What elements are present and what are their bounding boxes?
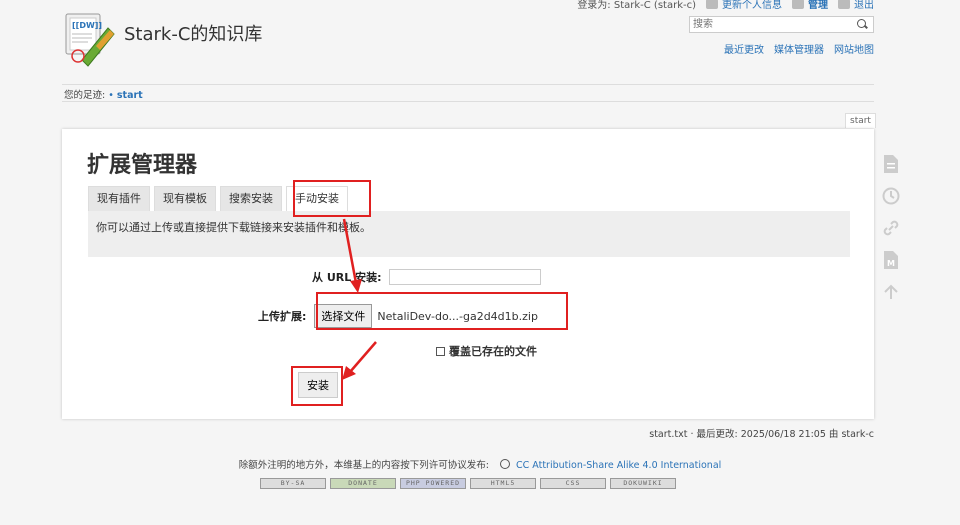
admin-link[interactable]: 管理 [792, 0, 828, 11]
breadcrumb: 您的足迹: • start [64, 87, 143, 101]
overwrite-label: 覆盖已存在的文件 [449, 345, 537, 358]
revisions-icon[interactable] [881, 185, 901, 207]
sitemap-link[interactable]: 网站地图 [834, 41, 874, 56]
badge-dokuwiki[interactable]: DOKUWIKI [610, 478, 676, 489]
license-link[interactable]: CC Attribution-Share Alike 4.0 Internati… [516, 460, 721, 471]
breadcrumb-separator: • [108, 90, 114, 101]
file-picker[interactable]: 选择文件 NetaliDev-do...-ga2d4d1b.zip [314, 304, 538, 328]
upload-row: 上传扩展: 选择文件 NetaliDev-do...-ga2d4d1b.zip [258, 304, 538, 328]
cc-icon [499, 459, 510, 469]
page-tools: M [881, 153, 901, 303]
admin-label[interactable]: 管理 [808, 0, 828, 11]
search-input[interactable] [690, 17, 855, 32]
recent-changes-link[interactable]: 最近更改 [724, 41, 764, 56]
media-manager-link[interactable]: 媒体管理器 [774, 41, 824, 56]
tab-installed-templates[interactable]: 现有模板 [154, 186, 216, 211]
update-profile-label[interactable]: 更新个人信息 [722, 0, 782, 11]
footer-badges: BY-SA DONATE PHP POWERED HTML5 CSS DOKUW… [260, 478, 676, 489]
tab-manual-install[interactable]: 手动安装 [286, 186, 348, 211]
profile-icon [706, 0, 718, 9]
gear-icon [792, 0, 804, 9]
badge-html5[interactable]: HTML5 [470, 478, 536, 489]
choose-file-button[interactable]: 选择文件 [314, 304, 373, 328]
badge-cc[interactable]: BY-SA [260, 478, 326, 489]
logout-link[interactable]: 退出 [838, 0, 874, 11]
url-install-label: 从 URL 安装: [312, 271, 382, 284]
info-box: 你可以通过上传或直接提供下载链接来安装插件和模板。 [88, 211, 850, 257]
badge-css[interactable]: CSS [540, 478, 606, 489]
search-icon[interactable] [855, 18, 869, 32]
badge-php[interactable]: PHP POWERED [400, 478, 466, 489]
tab-bar: 现有插件 现有模板 搜索安装 手动安装 [88, 186, 348, 211]
license-text: 除额外注明的地方外，本维基上的内容按下列许可协议发布: [238, 460, 489, 471]
dokuwiki-logo[interactable]: [[DW]] [62, 10, 118, 68]
logged-in-as: 登录为: Stark-C (stark-c) [577, 0, 696, 11]
license-line: 除额外注明的地方外，本维基上的内容按下列许可协议发布: CC Attributi… [0, 457, 960, 471]
show-page-icon[interactable] [881, 153, 901, 175]
back-to-top-icon[interactable] [881, 281, 901, 303]
install-button[interactable]: 安装 [298, 372, 338, 398]
url-install-input[interactable] [389, 269, 542, 285]
url-install-row: 从 URL 安装: [312, 269, 542, 285]
doc-info: start.txt · 最后更改: 2025/06/18 21:05 由 sta… [649, 429, 874, 440]
file-name: NetaliDev-do...-ga2d4d1b.zip [377, 309, 538, 323]
main-panel: 扩展管理器 现有插件 现有模板 搜索安装 手动安装 你可以通过上传或直接提供下载… [62, 129, 874, 419]
badge-donate[interactable]: DONATE [330, 478, 396, 489]
breadcrumb-current[interactable]: start [117, 90, 143, 101]
export-icon[interactable]: M [881, 249, 901, 271]
logout-label[interactable]: 退出 [854, 0, 874, 11]
page-title: 扩展管理器 [87, 153, 198, 178]
breadcrumb-divider [62, 101, 874, 102]
header-divider [62, 84, 874, 85]
site-title[interactable]: Stark-C的知识库 [124, 20, 262, 46]
update-profile-link[interactable]: 更新个人信息 [706, 0, 782, 11]
svg-text:[[DW]]: [[DW]] [72, 21, 102, 30]
upload-label: 上传扩展: [258, 310, 307, 323]
svg-text:M: M [887, 259, 895, 268]
backlinks-icon[interactable] [881, 217, 901, 239]
logout-icon [838, 0, 850, 9]
user-bar: 登录为: Stark-C (stark-c) 更新个人信息 管理 退出 [577, 0, 874, 11]
tool-links: 最近更改 媒体管理器 网站地图 [724, 41, 874, 56]
tab-search-install[interactable]: 搜索安装 [220, 186, 282, 211]
breadcrumb-label: 您的足迹: [64, 90, 106, 101]
overwrite-row[interactable]: 覆盖已存在的文件 [436, 343, 537, 359]
overwrite-checkbox[interactable] [436, 346, 445, 356]
search-box[interactable] [689, 16, 874, 33]
page-id: start [845, 113, 876, 128]
tab-installed-plugins[interactable]: 现有插件 [88, 186, 150, 211]
